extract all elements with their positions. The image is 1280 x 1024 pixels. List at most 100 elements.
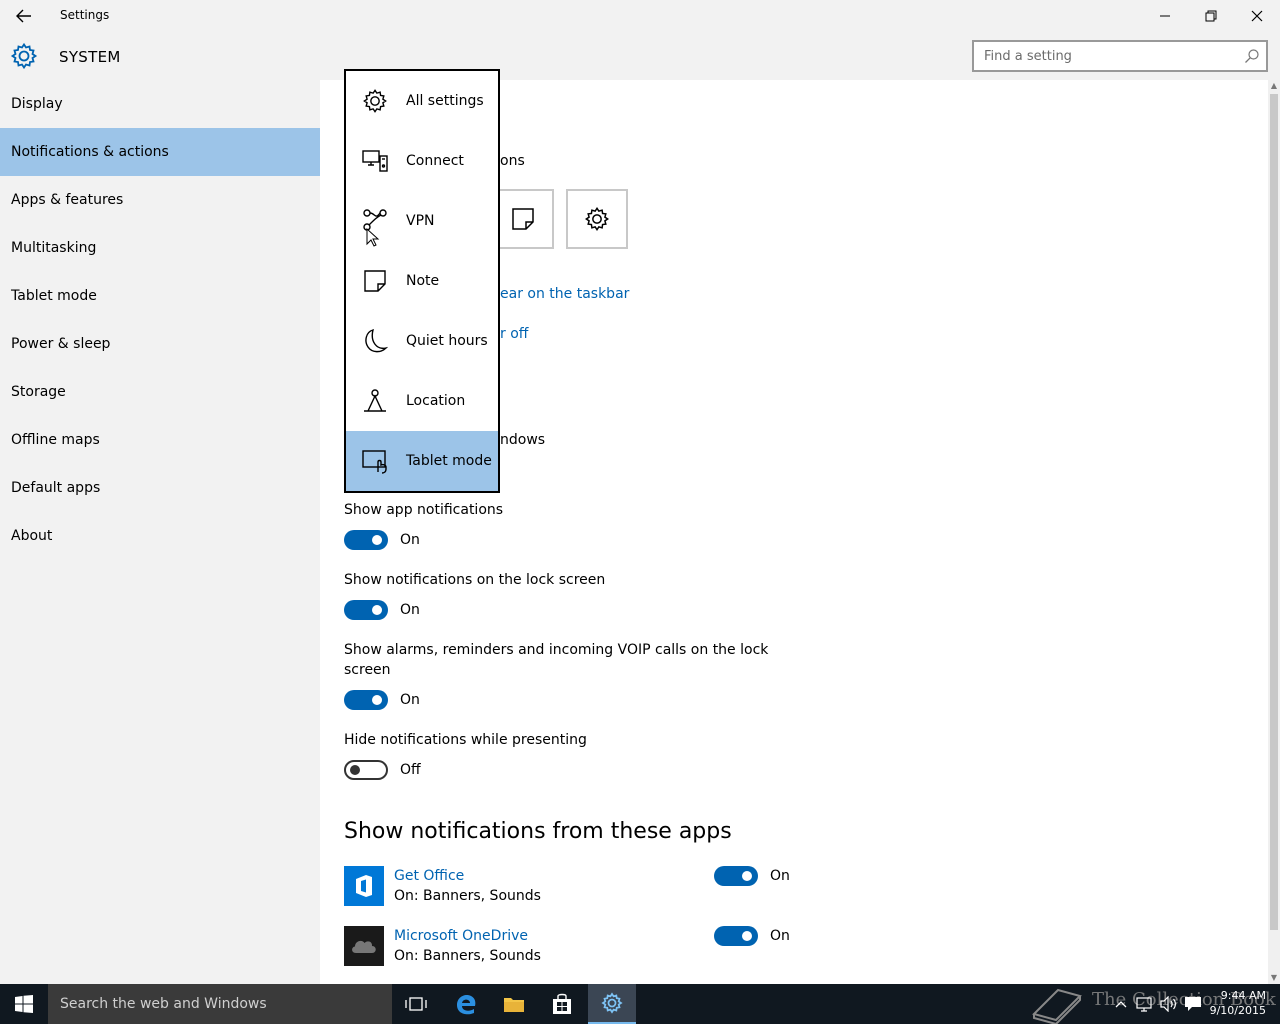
taskbar-search[interactable]: Search the web and Windows xyxy=(48,984,392,1024)
setting-label-presenting: Hide notifications while presenting xyxy=(344,732,587,748)
scrollbar[interactable]: ▲ ▼ xyxy=(1268,80,1280,984)
volume-icon[interactable] xyxy=(1160,995,1178,1013)
menu-item-quiet-hours[interactable]: Quiet hours xyxy=(346,311,498,371)
gear-icon xyxy=(363,89,387,113)
sidebar-item-storage[interactable]: Storage xyxy=(0,368,320,416)
settings-taskbar-button[interactable] xyxy=(588,984,636,1024)
restore-icon xyxy=(1205,10,1217,22)
sidebar-item-apps-features[interactable]: Apps & features xyxy=(0,176,320,224)
app-name-get-office[interactable]: Get Office xyxy=(394,868,464,884)
menu-item-label: Quiet hours xyxy=(406,333,488,349)
toggle-onedrive[interactable] xyxy=(714,926,758,946)
setting-label-lock-screen: Show notifications on the lock screen xyxy=(344,572,606,588)
apps-heading: Show notifications from these apps xyxy=(344,819,732,844)
sidebar-item-display[interactable]: Display xyxy=(0,80,320,128)
sidebar-item-about[interactable]: About xyxy=(0,512,320,560)
tray-overflow-icon[interactable] xyxy=(1112,995,1130,1013)
restore-button[interactable] xyxy=(1188,0,1234,32)
search-input[interactable] xyxy=(984,47,1234,65)
task-view-button[interactable] xyxy=(392,984,440,1024)
toggle-presenting[interactable] xyxy=(344,760,388,780)
store-icon xyxy=(553,993,571,1014)
moon-icon xyxy=(365,328,388,353)
close-button[interactable] xyxy=(1234,0,1280,32)
menu-item-note[interactable]: Note xyxy=(346,251,498,311)
quick-action-all-settings[interactable] xyxy=(566,189,628,249)
connect-icon xyxy=(362,150,388,172)
folder-icon xyxy=(504,998,524,1012)
toggle-app-notifications[interactable] xyxy=(344,530,388,550)
header: SYSTEM xyxy=(0,32,1280,80)
back-button[interactable] xyxy=(8,4,40,28)
toggle-state: On xyxy=(770,868,790,884)
section-title: SYSTEM xyxy=(59,48,121,66)
taskbar: Search the web and Windows The Collectio… xyxy=(0,984,1280,1024)
gear-icon xyxy=(601,992,623,1014)
note-icon xyxy=(364,270,386,292)
menu-item-label: Location xyxy=(406,393,466,409)
setting-label-app-notifications: Show app notifications xyxy=(344,502,504,518)
app-name-onedrive[interactable]: Microsoft OneDrive xyxy=(394,928,528,944)
taskbar-icons-link[interactable]: ear on the taskbar xyxy=(500,286,629,302)
app-detail: On: Banners, Sounds xyxy=(394,888,541,904)
menu-item-connect[interactable]: Connect xyxy=(346,131,498,191)
start-button[interactable] xyxy=(0,984,48,1024)
scroll-down-arrow-icon[interactable]: ▼ xyxy=(1268,972,1280,984)
gear-icon xyxy=(584,206,610,232)
menu-item-label: Note xyxy=(406,273,440,289)
toggle-state: On xyxy=(770,928,790,944)
menu-item-all-settings[interactable]: All settings xyxy=(346,71,498,131)
tablet-mode-icon xyxy=(362,450,387,474)
store-button[interactable] xyxy=(538,984,586,1024)
onedrive-icon xyxy=(344,926,384,966)
close-icon xyxy=(1251,10,1263,22)
windows-logo-icon xyxy=(15,995,33,1013)
search-icon[interactable] xyxy=(1244,48,1260,64)
minimize-button[interactable] xyxy=(1142,0,1188,32)
toggle-alarms[interactable] xyxy=(344,690,388,710)
scroll-up-arrow-icon[interactable]: ▲ xyxy=(1268,80,1280,92)
file-explorer-button[interactable] xyxy=(490,984,538,1024)
network-icon[interactable] xyxy=(1136,995,1154,1013)
sidebar-item-multitasking[interactable]: Multitasking xyxy=(0,224,320,272)
sidebar: Display Notifications & actions Apps & f… xyxy=(0,80,320,984)
edge-icon xyxy=(457,995,476,1015)
window-title: Settings xyxy=(60,8,110,22)
toggle-get-office[interactable] xyxy=(714,866,758,886)
edge-button[interactable] xyxy=(442,984,490,1024)
back-arrow-icon xyxy=(16,9,31,23)
system-icons-link[interactable]: r off xyxy=(500,326,528,342)
sidebar-item-tablet-mode[interactable]: Tablet mode xyxy=(0,272,320,320)
gear-icon xyxy=(10,42,38,70)
quick-action-note[interactable] xyxy=(492,189,554,249)
toggle-state: On xyxy=(400,692,420,708)
minimize-icon xyxy=(1160,15,1170,17)
search-box[interactable] xyxy=(972,40,1268,72)
sidebar-item-power-sleep[interactable]: Power & sleep xyxy=(0,320,320,368)
book-watermark-icon xyxy=(1032,988,1082,1024)
location-icon xyxy=(364,389,386,412)
note-icon xyxy=(512,208,534,230)
taskbar-search-text: Search the web and Windows xyxy=(60,996,267,1012)
toggle-state: On xyxy=(400,602,420,618)
app-detail: On: Banners, Sounds xyxy=(394,948,541,964)
mouse-cursor-icon xyxy=(366,228,380,247)
setting-label-alarms-line2: screen xyxy=(344,662,391,678)
setting-label-alarms-line1: Show alarms, reminders and incoming VOIP… xyxy=(344,642,769,658)
clock-date: 9/10/2015 xyxy=(1209,1004,1266,1017)
office-icon xyxy=(344,866,384,906)
sidebar-item-notifications[interactable]: Notifications & actions xyxy=(0,128,320,176)
tips-label: ndows xyxy=(500,432,546,448)
toggle-lock-screen[interactable] xyxy=(344,600,388,620)
menu-item-label: VPN xyxy=(406,213,435,229)
action-center-icon[interactable] xyxy=(1184,995,1202,1013)
sidebar-item-offline-maps[interactable]: Offline maps xyxy=(0,416,320,464)
menu-item-location[interactable]: Location xyxy=(346,371,498,431)
quick-action-dropdown: All settings Connect VPN Note Quiet hour… xyxy=(344,69,500,493)
clock-time: 9:44 AM xyxy=(1220,989,1266,1002)
scrollbar-thumb[interactable] xyxy=(1270,94,1278,930)
clock[interactable]: 9:44 AM 9/10/2015 xyxy=(1206,988,1266,1018)
task-view-icon xyxy=(405,997,427,1011)
sidebar-item-default-apps[interactable]: Default apps xyxy=(0,464,320,512)
menu-item-tablet-mode[interactable]: Tablet mode xyxy=(346,431,498,491)
